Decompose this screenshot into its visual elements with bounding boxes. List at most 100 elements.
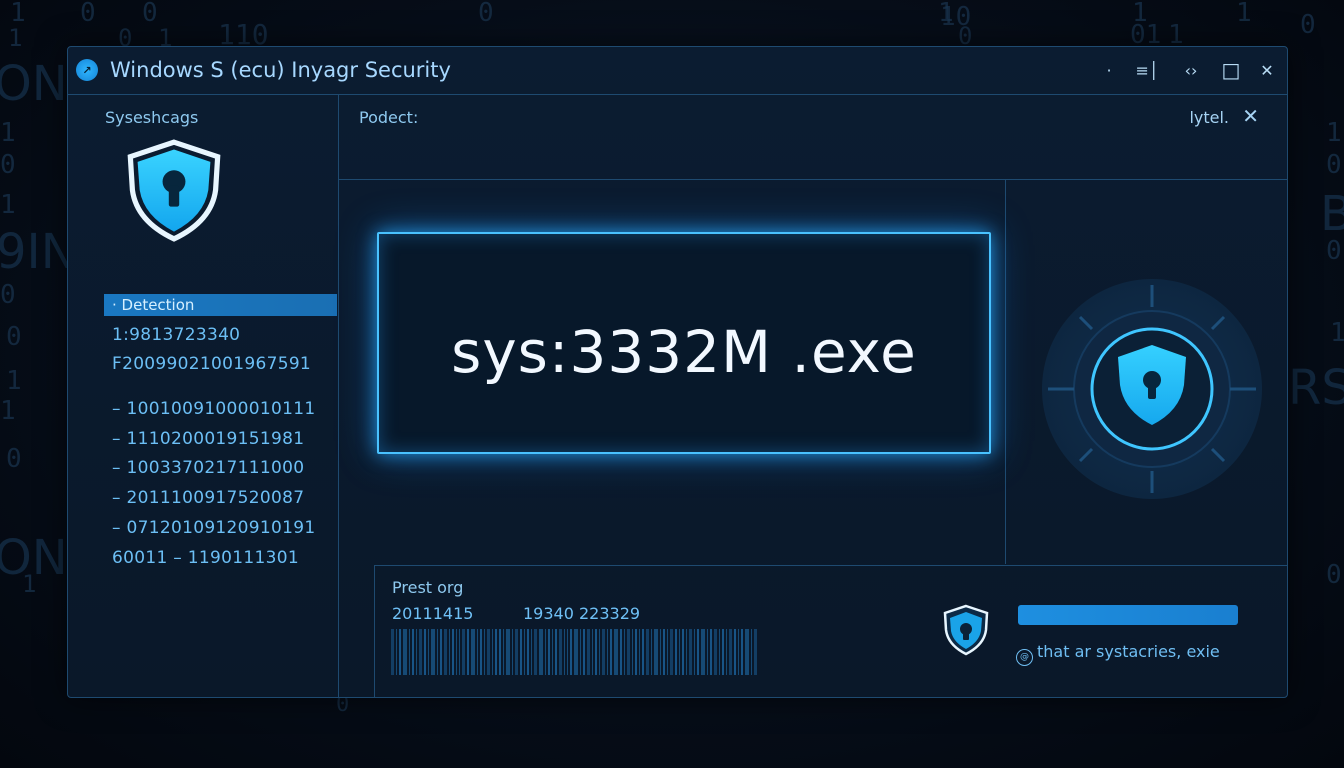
barcode-stripe (632, 629, 633, 675)
scan-progress-bar (1018, 605, 1238, 625)
barcode-stripe (592, 629, 593, 675)
sidebar-line: – 1110200019151981 (112, 429, 305, 449)
sidebar: Syseshcags · Detection 1:9813723340 F200… (68, 94, 339, 697)
barcode-stripe (449, 629, 450, 675)
bg-digit: 1 (1330, 318, 1344, 348)
barcode-stripe (467, 629, 469, 675)
shield-lock-small-icon (943, 604, 989, 656)
main-panel: sys:3332Μ .exe (339, 180, 1006, 564)
barcode-stripe (751, 629, 752, 675)
barcode-stripe (595, 629, 597, 675)
barcode-stripe (515, 629, 518, 675)
barcode-stripe (564, 629, 565, 675)
bottom-panel: Prest org 20111415 19340 223329 @ that ar… (374, 565, 1288, 698)
barcode-stripe (682, 629, 684, 675)
bg-digit: 0 (0, 150, 16, 180)
sidebar-line: – 1003370217111000 (112, 458, 305, 478)
barcode-stripe (512, 629, 513, 675)
panel-close-button[interactable]: ✕ (1242, 104, 1259, 128)
barcode-stripe (646, 629, 649, 675)
barcode-stripe (570, 629, 572, 675)
barcode-stripe (660, 629, 661, 675)
barcode-stripe (555, 629, 557, 675)
barcode-stripe (531, 629, 532, 675)
barcode-stripe (484, 629, 485, 675)
barcode-stripe (686, 629, 687, 675)
barcode-stripe (431, 629, 435, 675)
sidebar-line: – 10010091000010111 (112, 399, 316, 419)
sidebar-line: 1:9813723340 (112, 325, 241, 345)
dot-icon[interactable]: · (1096, 57, 1122, 83)
shield-radar-icon (1042, 279, 1262, 499)
barcode-stripe (754, 629, 757, 675)
bg-digit: 0 (80, 0, 96, 28)
barcode-stripe (548, 629, 550, 675)
sidebar-item-detection[interactable]: · Detection (104, 294, 337, 316)
barcode-stripe (459, 629, 460, 675)
bg-digit: 0 (1326, 150, 1342, 180)
bg-digit: 1 (0, 118, 16, 148)
barcode-stripe (477, 629, 478, 675)
barcode-stripe (627, 629, 630, 675)
bg-digit: 0 (6, 322, 22, 352)
bg-digit: 0 (0, 280, 16, 310)
barcode-stripe (506, 629, 510, 675)
barcode-stripe (583, 629, 585, 675)
barcode-stripe (412, 629, 414, 675)
barcode-stripe (667, 629, 668, 675)
bg-word: RSIO (1288, 360, 1344, 416)
barcode-stripe (452, 629, 454, 675)
shield-lock-icon (127, 139, 221, 242)
menu-icon[interactable]: ≡│ (1134, 57, 1160, 83)
bg-digit: 1 (0, 396, 16, 426)
barcode-stripe (651, 629, 652, 675)
status-text: that ar systacries, exie (1037, 642, 1220, 661)
barcode-stripe (607, 629, 608, 675)
info-icon: @ (1016, 649, 1033, 666)
barcode-stripe (524, 629, 525, 675)
barcode-stripe (444, 629, 447, 675)
bg-digit: 0 (142, 0, 158, 28)
bg-digit: 0 (1300, 10, 1316, 40)
bg-word: ON (0, 530, 68, 586)
content-header: Podect: lytel. ✕ (339, 94, 1287, 180)
barcode-stripe (707, 629, 708, 675)
barcode-stripe (492, 629, 493, 675)
barcode-stripe (587, 629, 590, 675)
barcode-stripe (416, 629, 417, 675)
barcode-stripe (440, 629, 442, 675)
barcode-stripe (580, 629, 581, 675)
barcode-stripe (710, 629, 712, 675)
barcode-stripe (409, 629, 410, 675)
barcode-stripe (520, 629, 522, 675)
barcode-stripe (689, 629, 692, 675)
barcode-stripe (729, 629, 732, 675)
barcode-stripe (635, 629, 637, 675)
bg-digit: 1 (1236, 0, 1252, 28)
maximize-button[interactable]: □ (1218, 57, 1244, 83)
code-icon[interactable]: ‹› (1178, 57, 1204, 83)
barcode-stripe (534, 629, 537, 675)
barcode-stripe (559, 629, 562, 675)
barcode-stripe (599, 629, 600, 675)
app-icon: ↗ (76, 59, 98, 81)
status-panel (1006, 180, 1287, 564)
bg-digit: 1 (8, 24, 23, 52)
close-button[interactable]: ✕ (1254, 57, 1280, 83)
barcode-stripe (391, 629, 394, 675)
barcode-stripe (527, 629, 529, 675)
barcode-stripe (697, 629, 699, 675)
bg-digit: 0 (1326, 560, 1342, 590)
barcode-stripe (602, 629, 605, 675)
file-name: sys:3332Μ .exe (451, 318, 917, 386)
barcode-stripe (567, 629, 568, 675)
bottom-label: Prest org (392, 578, 464, 597)
bg-digit: 1 (6, 366, 22, 396)
window-title: Windows S (ecu) Inyagr Security (110, 58, 451, 82)
barcode-stripe (574, 629, 578, 675)
barcode-stripe (734, 629, 736, 675)
barcode-stripe (741, 629, 743, 675)
bottom-date: 20111415 (392, 604, 474, 623)
barcode-stripe (694, 629, 695, 675)
title-bar: ↗ Windows S (ecu) Inyagr Security · ≡│ ‹… (68, 47, 1287, 95)
